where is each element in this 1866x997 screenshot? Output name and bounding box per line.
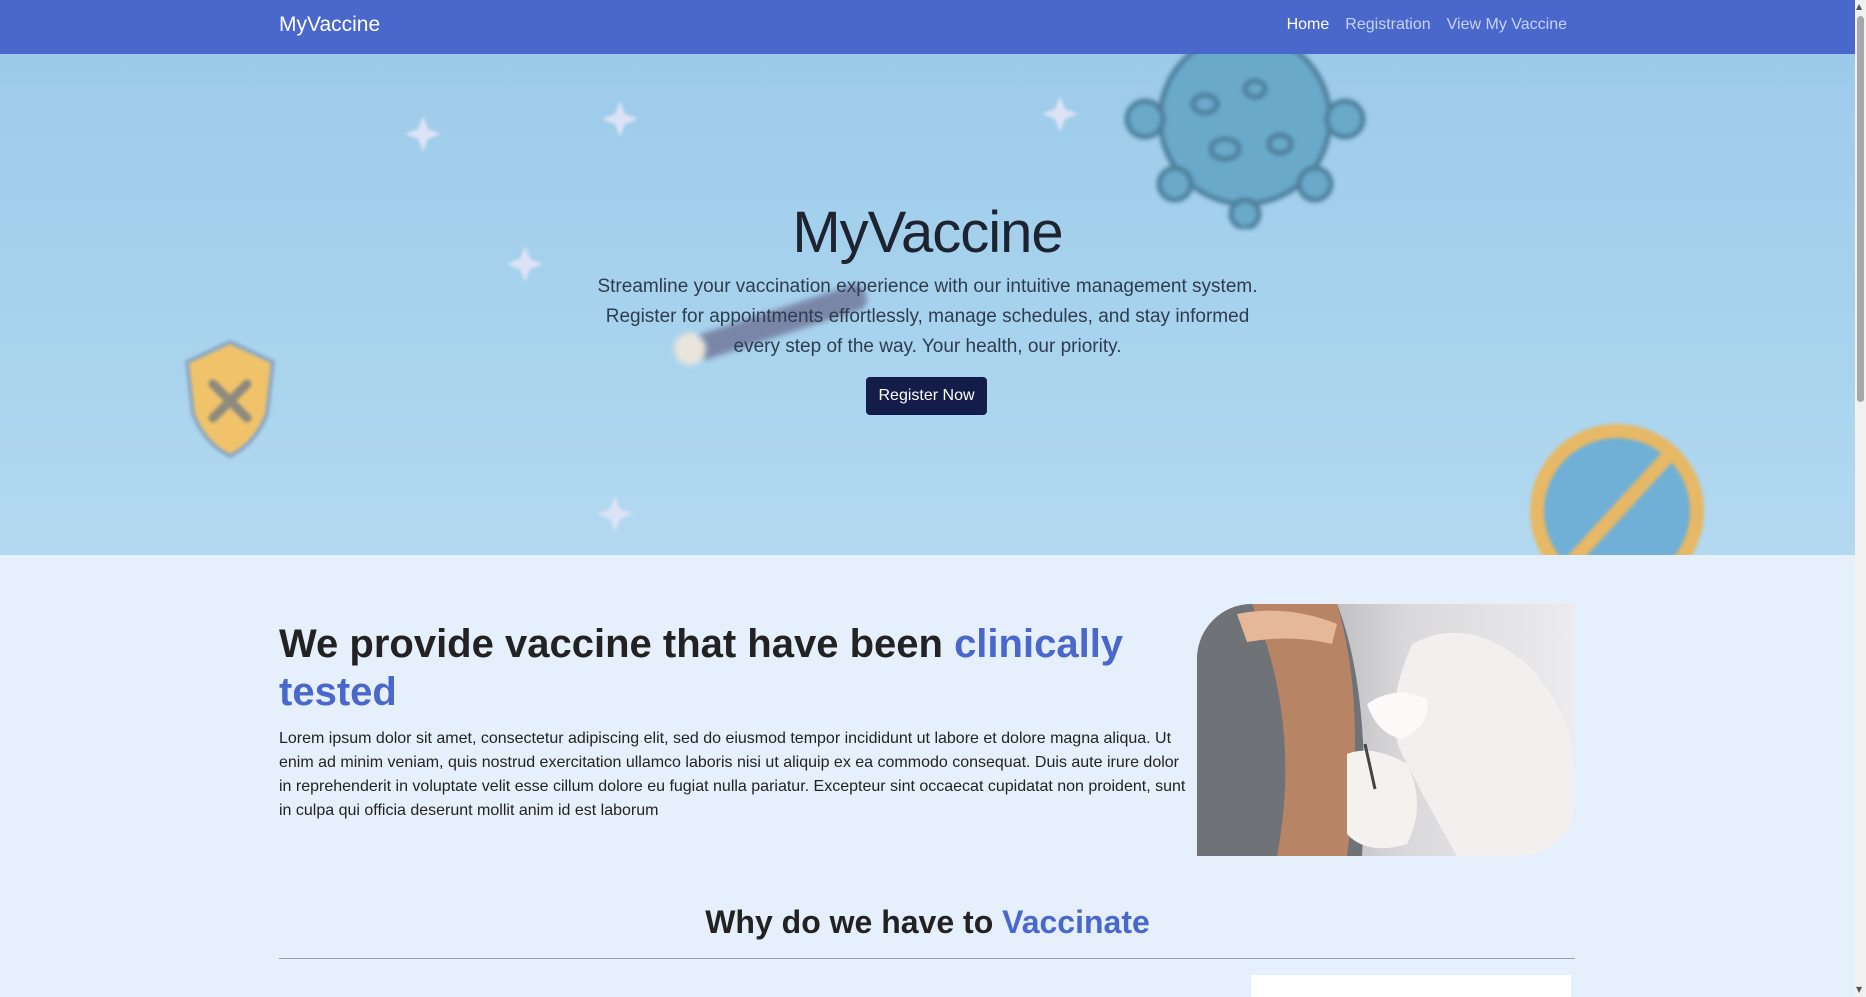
nav-link-home[interactable]: Home bbox=[1287, 16, 1330, 34]
hero-banner: MyVaccine Streamline your vaccination ex… bbox=[0, 54, 1855, 555]
why-title: Why do we have to Vaccinate bbox=[0, 904, 1855, 941]
navbar: MyVaccine Home Registration View My Vacc… bbox=[0, 0, 1855, 54]
scroll-up-icon[interactable]: ▲ bbox=[1856, 2, 1862, 12]
why-title-text: Why do we have to bbox=[705, 904, 1003, 940]
sparkle-icon bbox=[597, 496, 633, 532]
why-card bbox=[1251, 975, 1571, 997]
nav-link-registration[interactable]: Registration bbox=[1345, 16, 1430, 34]
scrollbar-thumb[interactable] bbox=[1857, 16, 1864, 402]
sparkle-icon bbox=[1042, 96, 1078, 132]
sparkle-icon bbox=[602, 101, 638, 137]
scrollbar[interactable]: ▲ ▼ bbox=[1855, 0, 1866, 997]
why-title-accent: Vaccinate bbox=[1002, 904, 1150, 940]
hero-title: MyVaccine bbox=[792, 200, 1063, 265]
vaccination-photo bbox=[1197, 604, 1575, 856]
scroll-down-icon[interactable]: ▼ bbox=[1856, 985, 1862, 995]
nav-links: Home Registration View My Vaccine bbox=[1287, 16, 1567, 34]
register-now-button[interactable]: Register Now bbox=[866, 377, 987, 415]
nav-link-view-my-vaccine[interactable]: View My Vaccine bbox=[1447, 16, 1567, 34]
about-title-text: We provide vaccine that have been bbox=[279, 622, 955, 666]
about-body: Lorem ipsum dolor sit amet, consectetur … bbox=[279, 730, 1186, 819]
sparkle-icon bbox=[405, 116, 441, 152]
section-divider bbox=[279, 958, 1575, 959]
hero-description: Streamline your vaccination experience w… bbox=[597, 276, 1258, 357]
brand-logo[interactable]: MyVaccine bbox=[279, 13, 380, 37]
shield-icon bbox=[184, 339, 276, 459]
about-title: We provide vaccine that have been clinic… bbox=[279, 620, 1219, 716]
no-virus-icon bbox=[1530, 424, 1704, 555]
